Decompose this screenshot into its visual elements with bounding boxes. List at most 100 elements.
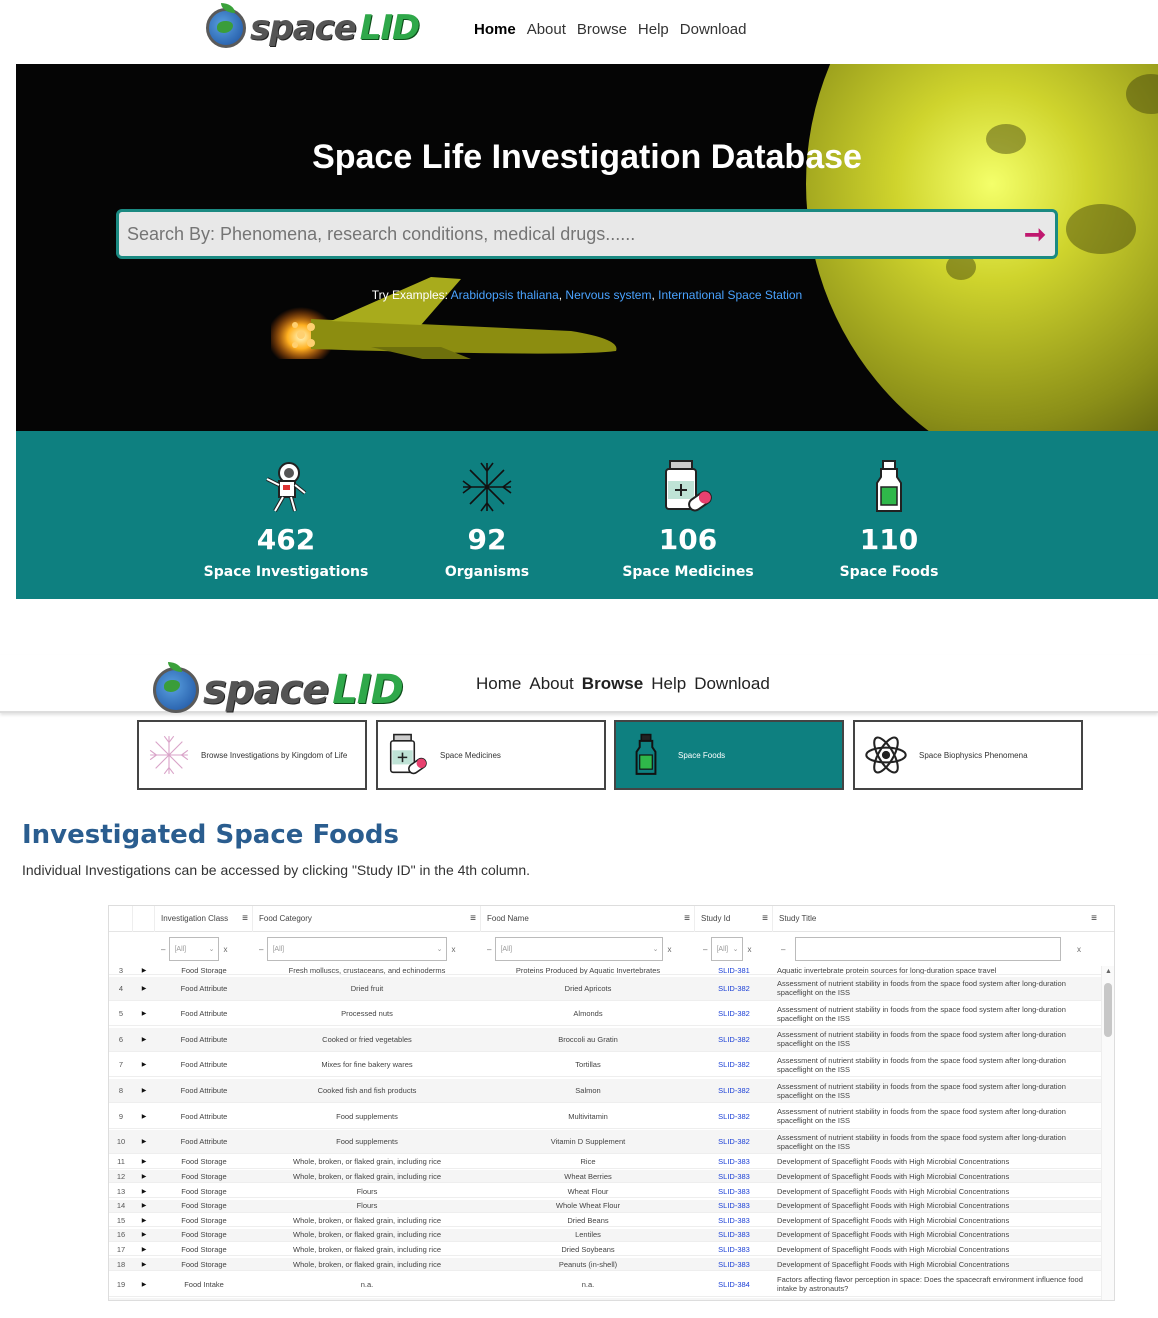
filter-select[interactable]: [All] ⌄	[267, 937, 448, 961]
table-row[interactable]: 19 ▶ Food Intake n.a. n.a. SLID-384 Factors af…	[109, 1273, 1101, 1297]
column-menu-icon[interactable]: ≡	[242, 906, 248, 932]
filter-clear[interactable]: x	[747, 945, 751, 954]
nav-download[interactable]: Download	[680, 21, 747, 38]
search-submit-arrow-icon[interactable]: ➞	[1015, 219, 1055, 250]
table-row[interactable]: 12 ▶ Food Storage Whole, broken, or flaked …	[109, 1170, 1101, 1184]
filter-operator[interactable]: –	[259, 945, 263, 954]
cell-study-id[interactable]: SLID-382	[695, 977, 773, 1000]
browse-card-biophysics[interactable]: Space Biophysics Phenomena	[853, 720, 1083, 790]
expand-arrow-icon[interactable]: ▶	[133, 1229, 155, 1241]
header-food-category[interactable]: Food Category ≡	[253, 906, 481, 932]
header-investigation-class[interactable]: Investigation Class ≡	[155, 906, 253, 932]
expand-arrow-icon[interactable]: ▶	[133, 1130, 155, 1153]
filter-clear[interactable]: x	[1077, 945, 1081, 954]
expand-arrow-icon[interactable]: ▶	[133, 1170, 155, 1182]
cell-study-id[interactable]: SLID-384	[695, 1273, 773, 1296]
filter-clear[interactable]: x	[223, 945, 227, 954]
expand-arrow-icon[interactable]: ▶	[133, 1258, 155, 1270]
filter-select[interactable]: [All] ⌄	[169, 937, 220, 961]
header-study-title[interactable]: Study Title ≡	[773, 906, 1101, 932]
filter-operator[interactable]: –	[487, 945, 491, 954]
expand-arrow-icon[interactable]: ▶	[133, 1053, 155, 1076]
column-menu-icon[interactable]: ≡	[762, 906, 768, 932]
browse-card-medicines[interactable]: Space Medicines	[376, 720, 606, 790]
expand-arrow-icon[interactable]: ▶	[133, 1243, 155, 1255]
expand-arrow-icon[interactable]: ▶	[133, 1185, 155, 1197]
expand-arrow-icon[interactable]: ▶	[133, 1002, 155, 1025]
table-row[interactable]: 6 ▶ Food Attribute Cooked or fried vegetabl…	[109, 1027, 1101, 1052]
expand-arrow-icon[interactable]: ▶	[133, 1105, 155, 1128]
column-menu-icon[interactable]: ≡	[684, 906, 690, 932]
cell-study-id[interactable]: SLID-385	[695, 1298, 773, 1300]
cell-study-id[interactable]: SLID-382	[695, 1053, 773, 1076]
expand-arrow-icon[interactable]: ▶	[133, 1079, 155, 1102]
cell-study-id[interactable]: SLID-382	[695, 1079, 773, 1102]
stat-foods[interactable]: 110 Space Foods	[789, 459, 989, 580]
stat-medicines[interactable]: 106 Space Medicines	[588, 459, 788, 580]
table-row[interactable]: 16 ▶ Food Storage Whole, broken, or flaked …	[109, 1228, 1101, 1242]
example-link-nervous-system[interactable]: Nervous system	[565, 288, 651, 302]
cell-study-id[interactable]: SLID-383	[695, 1229, 773, 1241]
stat-investigations[interactable]: 462 Space Investigations	[186, 459, 386, 580]
filter-operator[interactable]: –	[161, 945, 165, 954]
column-menu-icon[interactable]: ≡	[470, 906, 476, 932]
nav-help[interactable]: Help	[638, 21, 669, 38]
nav-help[interactable]: Help	[651, 674, 686, 693]
header-study-id[interactable]: Study Id ≡	[695, 906, 773, 932]
table-row[interactable]: 4 ▶ Food Attribute Dried fruit Dried Apricot…	[109, 976, 1101, 1001]
nav-home[interactable]: Home	[474, 21, 516, 38]
column-menu-icon[interactable]: ≡	[1091, 906, 1097, 932]
example-link-arabidopsis[interactable]: Arabidopsis thaliana	[451, 288, 559, 302]
table-row[interactable]: 13 ▶ Food Storage Flours Wheat Flour SLID-383…	[109, 1185, 1101, 1198]
table-row[interactable]: 9 ▶ Food Attribute Food supplements Multivit…	[109, 1105, 1101, 1129]
expand-arrow-icon[interactable]: ▶	[133, 1298, 155, 1300]
nav-download[interactable]: Download	[694, 674, 770, 693]
expand-arrow-icon[interactable]: ▶	[133, 1156, 155, 1168]
header-food-name[interactable]: Food Name ≡	[481, 906, 695, 932]
cell-study-id[interactable]: SLID-383	[695, 1214, 773, 1226]
table-row[interactable]: 7 ▶ Food Attribute Mixes for fine bakery wa…	[109, 1053, 1101, 1078]
logo[interactable]: space LID	[153, 662, 404, 715]
cell-study-id[interactable]: SLID-383	[695, 1243, 773, 1255]
cell-study-id[interactable]: SLID-382	[695, 1002, 773, 1025]
table-row[interactable]: 17 ▶ Food Storage Whole, broken, or flaked …	[109, 1243, 1101, 1257]
table-row[interactable]: 10 ▶ Food Attribute Food supplements Vitamin…	[109, 1130, 1101, 1155]
nav-browse[interactable]: Browse	[577, 21, 627, 38]
expand-arrow-icon[interactable]: ▶	[133, 1200, 155, 1212]
table-row[interactable]: 15 ▶ Food Storage Whole, broken, or flaked …	[109, 1214, 1101, 1228]
example-link-iss[interactable]: International Space Station	[658, 288, 802, 302]
table-row[interactable]: 18 ▶ Food Storage Whole, broken, or flaked …	[109, 1258, 1101, 1271]
nav-about[interactable]: About	[527, 21, 566, 38]
browse-card-foods[interactable]: Space Foods	[614, 720, 844, 790]
filter-operator[interactable]: –	[703, 945, 707, 954]
expand-arrow-icon[interactable]: ▶	[133, 1214, 155, 1226]
expand-arrow-icon[interactable]: ▶	[133, 1273, 155, 1296]
nav-home[interactable]: Home	[476, 674, 521, 693]
cell-study-id[interactable]: SLID-382	[695, 1130, 773, 1153]
expand-arrow-icon[interactable]: ▶	[133, 966, 155, 974]
filter-clear[interactable]: x	[667, 945, 671, 954]
nav-browse[interactable]: Browse	[582, 674, 643, 693]
cell-study-id[interactable]: SLID-383	[695, 1170, 773, 1182]
cell-study-id[interactable]: SLID-381	[695, 966, 773, 974]
table-row[interactable]: 20▶Food AttributeFruit-based spreadsAppl…	[109, 1298, 1101, 1300]
cell-study-id[interactable]: SLID-383	[695, 1156, 773, 1168]
nav-about[interactable]: About	[529, 674, 573, 693]
filter-select[interactable]: [All] ⌄	[495, 937, 664, 961]
filter-clear[interactable]: x	[451, 945, 455, 954]
cell-study-id[interactable]: SLID-382	[695, 1028, 773, 1051]
table-row[interactable]: 3 ▶ Food Storage Fresh molluscs, crustacean…	[109, 966, 1101, 975]
cell-study-id[interactable]: SLID-383	[695, 1200, 773, 1212]
table-row[interactable]: 5 ▶ Food Attribute Processed nuts Almonds SLI…	[109, 1002, 1101, 1027]
expand-arrow-icon[interactable]: ▶	[133, 1028, 155, 1051]
stat-organisms[interactable]: 92 Organisms	[387, 459, 587, 580]
filter-operator[interactable]: –	[781, 945, 785, 954]
cell-study-id[interactable]: SLID-383	[695, 1185, 773, 1197]
scrollbar-thumb[interactable]	[1104, 983, 1112, 1037]
search-input[interactable]	[127, 223, 1015, 245]
cell-study-id[interactable]: SLID-382	[695, 1105, 773, 1128]
table-row[interactable]: 8 ▶ Food Attribute Cooked fish and fish pro…	[109, 1079, 1101, 1103]
vertical-scrollbar[interactable]: ▲	[1101, 966, 1114, 1300]
expand-arrow-icon[interactable]: ▶	[133, 977, 155, 1000]
filter-text-input[interactable]	[795, 937, 1062, 961]
